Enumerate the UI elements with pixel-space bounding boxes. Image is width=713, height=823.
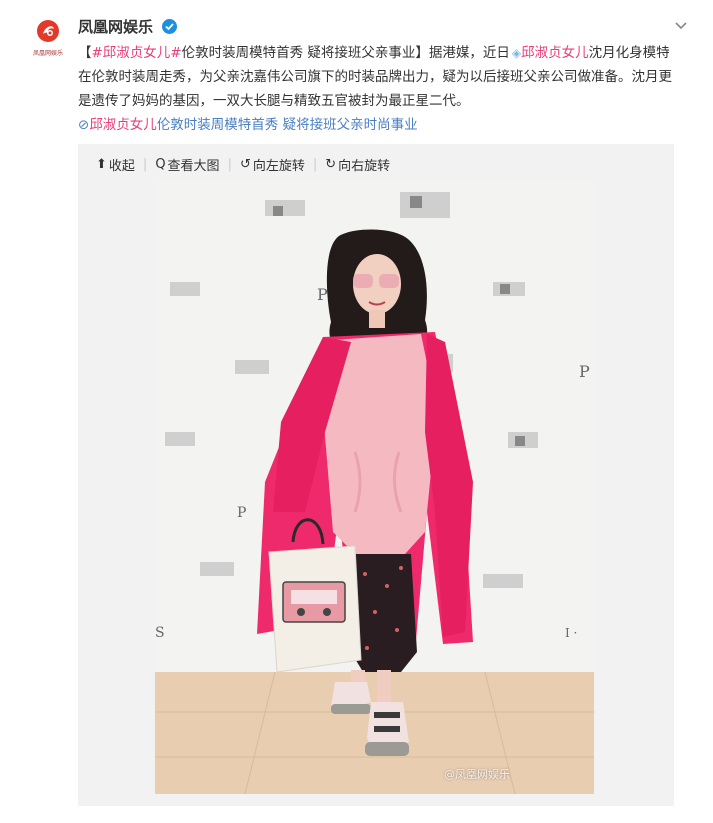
rotate-right-button[interactable]: ↻ 向右旋转 bbox=[325, 155, 390, 174]
rotate-right-icon: ↻ bbox=[325, 156, 337, 172]
photo-illustration: P P P S I · bbox=[155, 182, 594, 794]
hashtag-link[interactable]: 邱淑贞女儿 bbox=[521, 45, 589, 61]
logo-subtext: 凤凰网娱乐 bbox=[32, 50, 63, 57]
rotate-left-label: 向左旋转 bbox=[252, 158, 305, 174]
media-box: ⬆ 收起 | Q 查看大图 | ↺ 向左旋转 | ↻ 向右旋转 P P P S … bbox=[78, 144, 674, 806]
hashtag-link[interactable]: #邱淑贞女儿# bbox=[92, 45, 182, 61]
hashtag-link[interactable]: 邱淑贞女儿 bbox=[89, 117, 157, 133]
diamond-icon: ◈ bbox=[511, 46, 522, 60]
collapse-label: 收起 bbox=[108, 158, 135, 174]
view-large-button[interactable]: Q 查看大图 bbox=[155, 155, 219, 174]
svg-text:I ·: I · bbox=[565, 626, 577, 640]
toolbar-divider: | bbox=[227, 156, 232, 172]
phoenix-logo-icon bbox=[37, 20, 59, 42]
svg-text:P: P bbox=[237, 505, 246, 521]
rotate-left-icon: ↺ bbox=[239, 156, 251, 172]
post-text: 【#邱淑贞女儿#伦敦时装周模特首秀 疑将接班父亲事业】据港媒，近日 ◈邱淑贞女儿沈… bbox=[78, 41, 678, 137]
media-toolbar: ⬆ 收起 | Q 查看大图 | ↺ 向左旋转 | ↻ 向右旋转 bbox=[96, 152, 390, 176]
post-photo[interactable]: P P P S I · @凤凰网娱乐 bbox=[155, 182, 594, 794]
magnifier-icon: Q bbox=[155, 156, 166, 172]
svg-text:S: S bbox=[155, 625, 165, 641]
post-text-segment: 【 bbox=[78, 45, 92, 61]
post-link[interactable]: ⊘ bbox=[78, 117, 89, 133]
rotate-left-button[interactable]: ↺ 向左旋转 bbox=[240, 155, 305, 174]
photo-watermark: @凤凰网娱乐 bbox=[444, 768, 510, 781]
svg-text:P: P bbox=[579, 362, 590, 381]
toolbar-divider: | bbox=[142, 156, 148, 172]
account-avatar[interactable]: 凤凰网娱乐 bbox=[26, 18, 70, 58]
svg-text:P: P bbox=[317, 285, 328, 304]
view-large-label: 查看大图 bbox=[167, 158, 220, 174]
post-text-segment: 伦敦时装周模特首秀 疑将接班父亲事业】据港媒，近日 bbox=[181, 45, 510, 61]
post-link[interactable]: 伦敦时装周模特首秀 疑将接班父亲时尚事业 bbox=[157, 117, 418, 133]
account-name-text[interactable]: 凤凰网娱乐 bbox=[78, 18, 153, 36]
collapse-button[interactable]: ⬆ 收起 bbox=[96, 155, 135, 174]
rotate-right-label: 向右旋转 bbox=[338, 158, 391, 174]
toolbar-divider: | bbox=[312, 156, 318, 172]
chevron-down-icon[interactable] bbox=[674, 18, 688, 32]
account-name[interactable]: 凤凰网娱乐 bbox=[78, 16, 178, 37]
verified-badge-icon bbox=[162, 19, 178, 34]
collapse-arrow-icon: ⬆ bbox=[96, 156, 107, 172]
